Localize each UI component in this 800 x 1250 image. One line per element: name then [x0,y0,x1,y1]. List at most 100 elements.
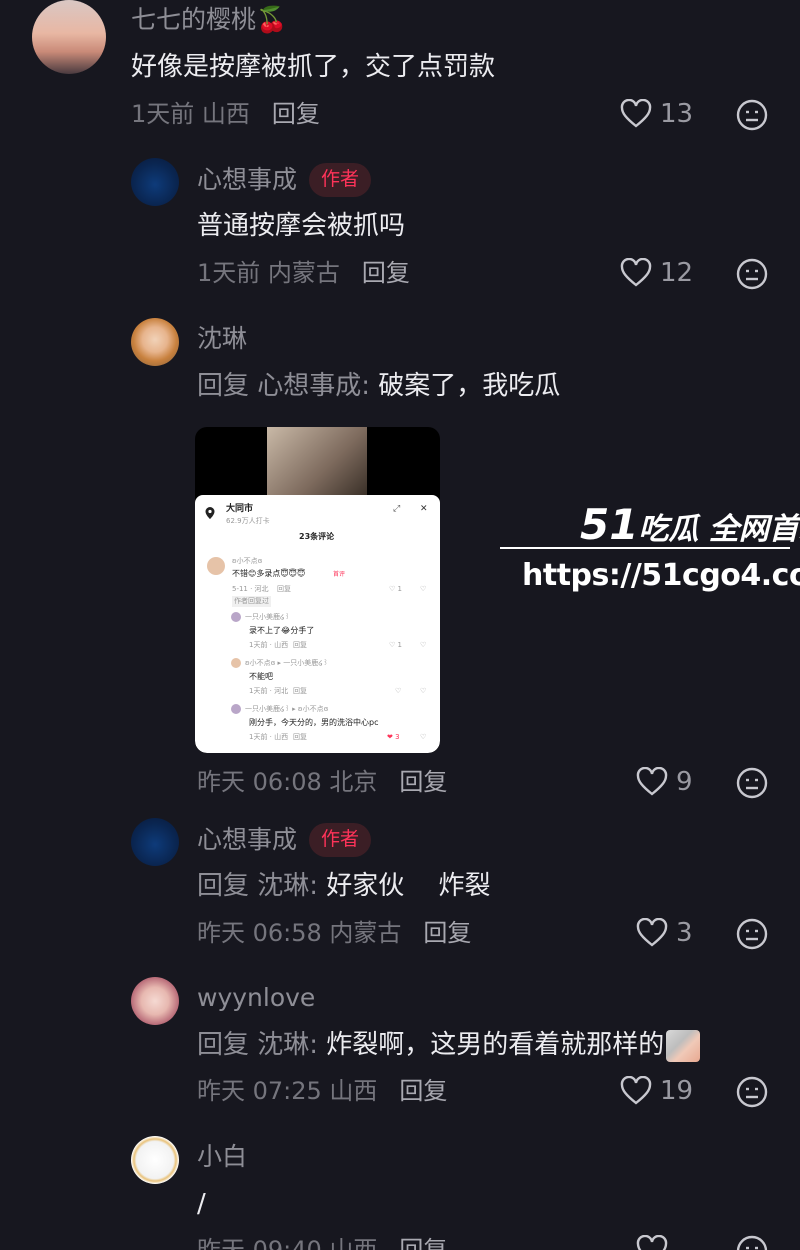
dislike-icon[interactable] [736,99,768,131]
comment-username[interactable]: 小白 [197,1142,247,1172]
avatar[interactable] [131,158,179,206]
comment-username[interactable]: 心想事成 作者 [197,823,372,857]
comment-text: 回复 心想事成: 破案了，我吃瓜 [197,371,561,401]
like-count: 19 [660,1076,694,1106]
embedded-text: 不能吧 [249,672,273,681]
embedded-reply: 回复 [293,687,307,695]
embedded-tag: 首评 [333,571,346,578]
embedded-username: ʚ小不点ɞ ▸ 一只小美鹿໒꒱ [245,659,329,667]
avatar [231,658,241,668]
comment-username[interactable]: 心想事成 作者 [197,163,372,197]
embedded-visitors: 62.9万人打卡 [226,517,270,525]
like-button[interactable]: 9 [636,767,693,797]
comment-text: 回复 沈琳: 好家伙 炸裂 [197,871,491,901]
comment-meta: 1天前 内蒙古 回复 [197,259,410,287]
dislike-icon[interactable] [736,1235,768,1250]
comment-username[interactable]: 七七的樱桃🍒 [131,5,287,35]
reply-to-prefix[interactable]: 回复 沈琳: [197,871,318,901]
avatar[interactable] [32,0,106,74]
video-thumbnail [267,427,367,495]
embedded-time: 5-11 · 河北 [232,585,269,593]
reply-to-prefix[interactable]: 回复 心想事成: [197,371,370,401]
embedded-like-count: ♡ 1 [389,585,402,593]
like-button[interactable]: 13 [620,99,693,129]
embedded-dislike-icon: ♡ [420,641,427,649]
heart-icon [620,258,652,287]
dislike-icon[interactable] [736,767,768,799]
dislike-icon[interactable] [736,258,768,290]
watermark: 51吃瓜 全网首发 https://51cgo4.com [500,500,800,600]
watermark-url: https://51cgo4.com [522,558,800,593]
embedded-like-count: ♡ 1 [389,641,402,649]
reply-to-prefix[interactable]: 回复 沈琳: [197,1030,318,1060]
embedded-username: 一只小美鹿໒꒱ ▸ ʚ小不点ɞ [245,705,329,713]
like-button[interactable]: 12 [620,258,693,288]
like-button[interactable]: 19 [620,1076,693,1106]
avatar [207,557,225,575]
reply-button[interactable]: 回复 [399,1236,447,1250]
comment-text: 好像是按摩被抓了，交了点罚款 [131,52,496,82]
heart-icon [620,99,652,128]
dislike-icon[interactable] [736,1076,768,1108]
reply-button[interactable]: 回复 [423,919,471,947]
like-count: 12 [660,258,694,288]
comment-username[interactable]: 沈琳 [197,324,247,354]
embedded-comment-count: 23条评论 [299,532,335,541]
reply-button[interactable]: 回复 [399,768,447,796]
embedded-like-count: ❤ 3 [387,733,400,741]
heart-icon [636,1235,668,1250]
avatar[interactable] [131,318,179,366]
sticker-icon [666,1029,701,1062]
embedded-dislike-icon: ♡ [420,687,427,695]
dislike-icon[interactable] [736,918,768,950]
avatar [231,612,241,622]
embedded-reply: 回复 [293,733,307,741]
author-badge: 作者 [309,163,372,197]
embedded-author-replied: 作者回复过 [232,596,271,607]
embedded-like-icon: ♡ [395,687,402,695]
like-button[interactable] [636,1235,676,1250]
embedded-comment-panel: 大同市 62.9万人打卡 ⤢ ✕ 23条评论 ʚ小不点ɞ 不错😊多录点😇😇😇 首… [195,495,440,753]
comment-text: / [197,1189,206,1219]
embedded-username: 一只小美鹿໒꒱ [245,613,290,621]
avatar[interactable] [131,1136,179,1184]
embedded-dislike-icon: ♡ [420,733,427,741]
comment-meta: 昨天 06:08 北京 回复 [197,768,448,796]
comment-meta: 昨天 06:58 内蒙古 回复 [197,919,472,947]
author-badge: 作者 [309,823,372,857]
avatar[interactable] [131,977,179,1025]
embedded-text: 录不上了😂分手了 [249,626,315,635]
embedded-close-icon: ✕ [420,504,428,514]
watermark-divider [500,547,790,549]
like-count: 9 [676,767,693,797]
embedded-username: ʚ小不点ɞ [232,557,263,565]
watermark-logo: 51吃瓜 全网首发 [580,500,800,549]
avatar [231,704,241,714]
reply-button[interactable]: 回复 [362,259,410,287]
reply-button[interactable]: 回复 [272,100,320,128]
reply-button[interactable]: 回复 [399,1077,447,1105]
comment-meta: 昨天 09:40 山西 回复 [197,1235,447,1250]
embedded-time: 1天前 · 山西 [249,641,289,649]
embedded-text: 刚分手，今天分的，男的洗浴中心pc [249,718,379,727]
like-count: 13 [660,99,694,129]
embedded-reply: 回复 [293,641,307,649]
embedded-dislike-icon: ♡ [420,585,427,593]
like-count: 3 [676,918,693,948]
location-pin-icon [205,507,215,519]
heart-icon [636,918,668,947]
heart-icon [620,1076,652,1105]
embedded-reply: 回复 [277,585,291,593]
avatar[interactable] [131,818,179,866]
comment-image[interactable]: 大同市 62.9万人打卡 ⤢ ✕ 23条评论 ʚ小不点ɞ 不错😊多录点😇😇😇 首… [195,427,440,753]
comment-text: 回复 沈琳: 炸裂啊，这男的看着就那样的 [197,1029,701,1062]
comment-username[interactable]: wyynlove [197,983,315,1013]
comment-meta: 1天前 山西 回复 [131,100,320,128]
embedded-location: 大同市 [226,504,254,514]
embedded-time: 1天前 · 山西 [249,733,289,741]
like-button[interactable]: 3 [636,918,693,948]
heart-icon [636,767,668,796]
comment-text: 普通按摩会被抓吗 [197,211,406,241]
comment-meta: 昨天 07:25 山西 回复 [197,1077,448,1105]
embedded-time: 1天前 · 河北 [249,687,289,695]
